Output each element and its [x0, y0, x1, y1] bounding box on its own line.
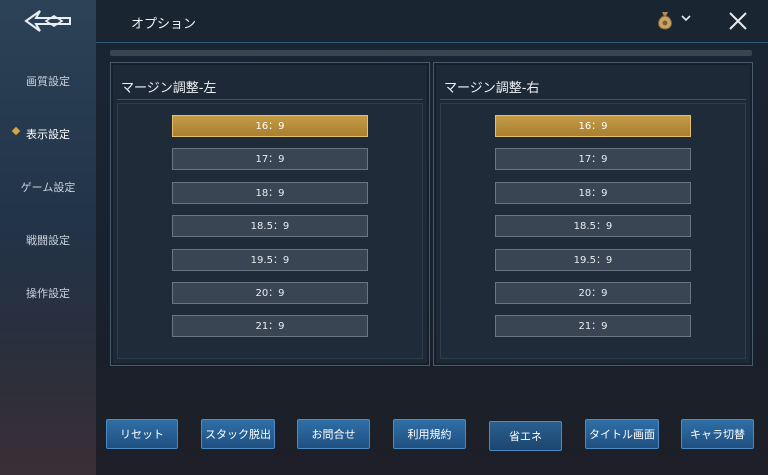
panel-title: マージン調整-右: [444, 81, 540, 96]
sidebar-item-label: 画質設定: [26, 75, 70, 88]
ratio-option-button[interactable]: 17：9: [172, 148, 368, 170]
divider: [117, 99, 423, 100]
sidebar-item-label: 表示設定: [26, 128, 70, 141]
chevron-down-icon[interactable]: [681, 14, 691, 22]
divider: [440, 99, 746, 100]
back-arrow-icon: [24, 10, 71, 32]
terms-button[interactable]: 利用規約: [393, 419, 466, 449]
ratio-option-button[interactable]: 17：9: [495, 148, 691, 170]
ratio-option-button[interactable]: 19.5：9: [495, 249, 691, 271]
power-saving-button[interactable]: 省エネ: [489, 421, 562, 451]
scroll-indicator: [110, 50, 752, 56]
sidebar: 画質設定 表示設定 ゲーム設定 戦闘設定 操作設定: [0, 0, 96, 475]
ratio-option-button[interactable]: 18.5：9: [172, 215, 368, 237]
sidebar-item-game[interactable]: ゲーム設定: [0, 179, 96, 195]
ratio-option-button[interactable]: 18：9: [172, 182, 368, 204]
sidebar-item-controls[interactable]: 操作設定: [0, 285, 96, 301]
ratio-option-button[interactable]: 21：9: [495, 315, 691, 337]
sidebar-item-label: ゲーム設定: [20, 181, 76, 194]
panel-title: マージン調整-左: [121, 81, 217, 96]
sidebar-item-battle[interactable]: 戦闘設定: [0, 232, 96, 248]
ratio-option-button[interactable]: 21：9: [172, 315, 368, 337]
back-button[interactable]: [22, 6, 74, 36]
close-icon[interactable]: [728, 11, 748, 31]
ratio-option-button[interactable]: 18.5：9: [495, 215, 691, 237]
ratio-option-button[interactable]: 16：9: [495, 115, 691, 137]
margin-right-panel: マージン調整-右 16：9 17：9 18：9 18.5：9 19.5：9 20…: [433, 62, 753, 366]
sidebar-item-graphics[interactable]: 画質設定: [0, 73, 96, 89]
stuck-escape-button[interactable]: スタック脱出: [201, 419, 275, 449]
sidebar-item-label: 操作設定: [26, 287, 70, 300]
money-bag-icon[interactable]: [654, 9, 676, 31]
ratio-option-button[interactable]: 20：9: [172, 282, 368, 304]
character-switch-button[interactable]: キャラ切替: [681, 419, 754, 449]
ratio-option-button[interactable]: 18：9: [495, 182, 691, 204]
ratio-option-button[interactable]: 20：9: [495, 282, 691, 304]
ratio-option-button[interactable]: 16：9: [172, 115, 368, 137]
margin-left-panel: マージン調整-左 16：9 17：9 18：9 18.5：9 19.5：9 20…: [110, 62, 430, 366]
reset-button[interactable]: リセット: [106, 419, 178, 449]
sidebar-item-display[interactable]: 表示設定: [0, 126, 96, 142]
ratio-option-button[interactable]: 19.5：9: [172, 249, 368, 271]
sidebar-item-label: 戦闘設定: [26, 234, 70, 247]
page-title: オプション: [131, 17, 197, 32]
contact-button[interactable]: お問合せ: [297, 419, 370, 449]
title-screen-button[interactable]: タイトル画面: [585, 419, 659, 449]
